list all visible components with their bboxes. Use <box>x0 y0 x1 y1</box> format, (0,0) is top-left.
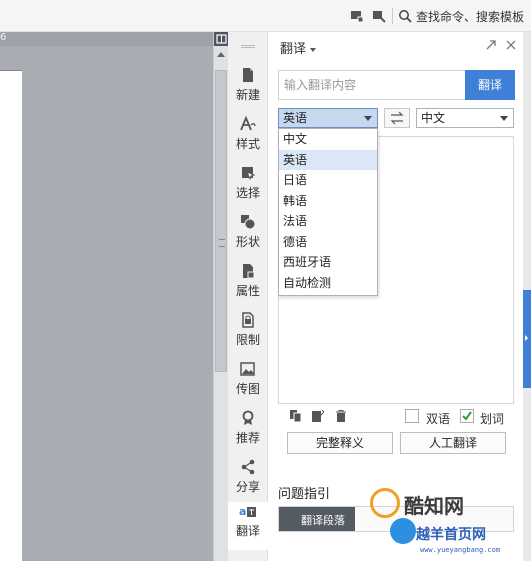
target-language-select[interactable]: 中文 <box>416 108 514 128</box>
panel-title[interactable]: 翻译 <box>280 38 317 57</box>
split-icon <box>216 34 227 44</box>
sidebar-item-label: 限制 <box>235 333 260 347</box>
source-language-dropdown: 中文 英语 日语 韩语 法语 德语 西班牙语 自动检测 <box>278 128 378 296</box>
top-toolbar: 查找命令、搜索模板 <box>0 0 531 32</box>
sidebar-item-select[interactable]: 选择 <box>228 164 268 212</box>
help-item-thumbnail: 翻译段落 <box>279 507 355 531</box>
horizontal-ruler: 6 <box>0 32 213 46</box>
trash-icon[interactable] <box>335 410 347 423</box>
select-icon <box>242 167 256 181</box>
grip-icon <box>219 239 225 247</box>
help-item-text: 翻译段落 <box>301 514 345 527</box>
document-page[interactable] <box>0 70 22 561</box>
dropdown-option[interactable]: 法语 <box>279 211 377 232</box>
present-icon[interactable] <box>350 9 364 23</box>
swap-icon <box>390 111 404 125</box>
scrollbar-thumb[interactable] <box>215 70 227 372</box>
new-doc-icon <box>243 68 253 82</box>
sidebar-item-label: 传图 <box>235 382 260 396</box>
ruler-mark: 6 <box>0 32 7 43</box>
copy-icon[interactable] <box>290 410 302 423</box>
vertical-scrollbar[interactable] <box>213 32 229 561</box>
insert-icon[interactable] <box>312 410 324 423</box>
bilingual-checkbox[interactable] <box>405 409 419 423</box>
feedback-icon[interactable] <box>372 9 386 23</box>
properties-icon <box>243 264 255 279</box>
watermark-url: www.yueyangbang.com <box>420 546 501 554</box>
full-definition-button[interactable]: 完整释义 <box>287 432 393 454</box>
command-search-input[interactable]: 查找命令、搜索模板 <box>416 8 524 25</box>
sidebar-item-recommend[interactable]: 推荐 <box>228 409 268 457</box>
scroll-up-arrow-icon[interactable] <box>217 52 225 57</box>
svg-text:a: a <box>239 505 246 518</box>
source-language-value: 英语 <box>283 111 308 125</box>
search-icon[interactable] <box>398 9 412 23</box>
sidebar-item-upload-image[interactable]: 传图 <box>228 360 268 408</box>
translate-panel: 翻译 翻译 英语 中文 中文 英语 日语 韩语 法语 德语 西班牙语 自动检测 … <box>268 32 523 561</box>
split-view-button[interactable] <box>214 32 229 46</box>
share-icon <box>241 459 255 475</box>
swap-languages-button[interactable] <box>384 108 410 128</box>
bilingual-label: 双语 <box>426 412 451 426</box>
target-language-value: 中文 <box>421 111 446 125</box>
sidebar-item-label: 翻译 <box>235 524 260 538</box>
recommend-icon <box>242 410 254 425</box>
sidebar-item-restrict[interactable]: 限制 <box>228 311 268 359</box>
sidebar-item-label: 新建 <box>235 88 260 102</box>
result-toolbar: 双语 划词 <box>290 408 520 426</box>
watermark-logo <box>370 488 400 518</box>
panel-title-text: 翻译 <box>280 42 307 57</box>
chevron-down-icon <box>364 116 372 121</box>
human-translate-button[interactable]: 人工翻译 <box>400 432 506 454</box>
source-language-select[interactable]: 英语 <box>278 108 378 128</box>
word-select-label: 划词 <box>480 412 505 426</box>
dropdown-option[interactable]: 韩语 <box>279 191 377 212</box>
dropdown-option[interactable]: 中文 <box>279 129 377 150</box>
sidebar-item-label: 样式 <box>235 137 260 151</box>
translate-button[interactable]: 翻译 <box>465 70 515 100</box>
sidebar-item-style[interactable]: 样式 <box>228 115 268 163</box>
sidebar-item-properties[interactable]: 属性 <box>228 262 268 310</box>
help-section-title: 问题指引 <box>278 487 331 502</box>
sidebar-item-translate[interactable]: a 翻译 <box>228 502 268 550</box>
undock-icon[interactable] <box>484 38 498 52</box>
dropdown-option[interactable]: 德语 <box>279 232 377 253</box>
sidebar-item-shape[interactable]: 形状 <box>228 213 268 261</box>
task-pane-toolbar: 新建 样式 选择 形状 属性 限制 传图 推荐 分享 a 翻译 <box>228 32 268 561</box>
dropdown-option[interactable]: 自动检测 <box>279 273 377 294</box>
translate-input-box[interactable] <box>278 70 466 100</box>
chevron-right-icon <box>525 335 528 341</box>
watermark-logo-2 <box>390 518 416 544</box>
translate-icon: a <box>239 505 256 518</box>
sidebar-item-label: 分享 <box>235 480 260 494</box>
drag-handle[interactable] <box>241 45 255 48</box>
check-icon <box>462 411 472 421</box>
dropdown-option[interactable]: 英语 <box>279 149 377 170</box>
watermark: 酷知网 越羊首页网 www.yueyangbang.com <box>360 488 531 561</box>
word-select-checkbox[interactable] <box>460 409 474 423</box>
collapse-panel-tab[interactable] <box>523 290 531 388</box>
panel-edge-bar <box>523 32 531 561</box>
watermark-brand-2: 越羊首页网 <box>416 527 486 543</box>
style-icon <box>240 115 256 131</box>
chevron-down-icon <box>500 116 508 121</box>
sidebar-item-label: 选择 <box>235 186 260 200</box>
chevron-down-icon <box>310 47 317 52</box>
toolbar-divider <box>392 8 393 24</box>
sidebar-item-label: 推荐 <box>235 431 260 445</box>
restrict-icon <box>242 312 254 328</box>
upload-image-icon <box>240 362 255 376</box>
dropdown-option[interactable]: 日语 <box>279 170 377 191</box>
dropdown-option[interactable]: 西班牙语 <box>279 252 377 273</box>
watermark-brand: 酷知网 <box>404 494 464 518</box>
sidebar-item-label: 形状 <box>235 235 260 249</box>
sidebar-item-label: 属性 <box>235 284 260 298</box>
sidebar-item-new[interactable]: 新建 <box>228 66 268 114</box>
close-icon[interactable] <box>504 38 518 52</box>
translate-input[interactable] <box>279 71 466 99</box>
document-canvas <box>0 32 213 561</box>
sidebar-item-share[interactable]: 分享 <box>228 458 268 506</box>
shape-icon <box>241 215 256 230</box>
